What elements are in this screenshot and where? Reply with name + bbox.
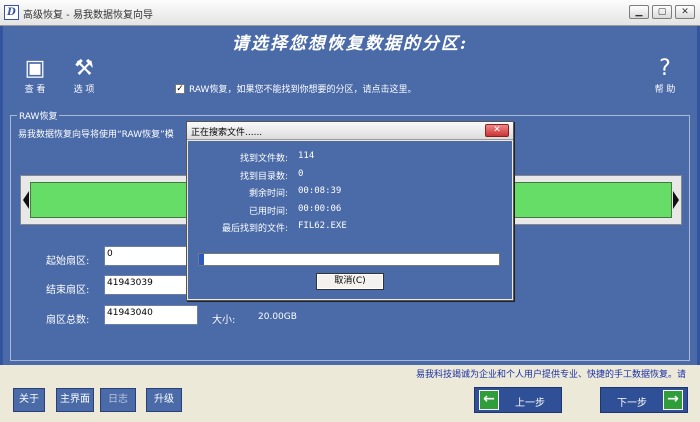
next-label: 下一步 <box>617 398 647 409</box>
group-description: 易我数据恢复向导将使用“RAW恢复”模 <box>18 130 174 140</box>
start-sector-label: 起始扇区: <box>46 256 90 267</box>
close-window-button[interactable]: ✕ <box>675 5 695 19</box>
maximize-button[interactable]: ▢ <box>652 5 672 19</box>
help-tool-label: 帮 助 <box>654 85 676 95</box>
page-heading: 请选择您想恢复数据的分区: <box>231 34 469 54</box>
remaining-time-value: 00:08:39 <box>298 186 342 196</box>
question-icon: ? <box>659 56 671 81</box>
slogan-link[interactable]: 易我科技竭诚为企业和个人用户提供专业、快捷的手工数据恢复。请 <box>416 367 686 380</box>
window-controls: ▁ ▢ ✕ <box>629 5 695 19</box>
progress-fill <box>199 254 204 265</box>
end-sector-label: 结束扇区: <box>46 285 90 296</box>
window-title: 高级恢复 - 易我数据恢复向导 <box>23 10 153 21</box>
dirs-found-label: 找到目录数: <box>239 172 288 182</box>
search-progress-bar <box>198 253 500 266</box>
search-progress-dialog: 正在搜索文件...... ✕ 找到文件数: 114 找到目录数: 0 剩余时间:… <box>186 121 514 301</box>
prev-label: 上一步 <box>515 398 545 409</box>
files-found-value: 114 <box>298 151 315 161</box>
title-bar: D 高级恢复 - 易我数据恢复向导 ▁ ▢ ✕ <box>0 0 700 26</box>
remaining-time-label: 剩余时间: <box>248 189 288 199</box>
raw-recovery-label: RAW恢复，如果您不能找到你想要的分区，请点击这里。 <box>189 85 417 95</box>
last-file-label: 最后找到的文件: <box>221 224 288 234</box>
raw-recovery-option[interactable]: ✓ RAW恢复，如果您不能找到你想要的分区，请点击这里。 <box>175 82 416 95</box>
size-value: 20.00GB <box>258 312 297 322</box>
size-label: 大小: <box>212 315 236 326</box>
arrow-right-icon: → <box>663 390 683 410</box>
last-file-value: FIL62.EXE <box>298 221 347 231</box>
view-tool-button[interactable]: ▣ 查 看 <box>18 56 52 95</box>
help-tool-button[interactable]: ? 帮 助 <box>648 56 682 95</box>
dirs-found-value: 0 <box>298 169 304 179</box>
cancel-button[interactable]: 取消(C) <box>316 273 384 290</box>
upgrade-button[interactable]: 升级 <box>146 388 182 412</box>
files-found-label: 找到文件数: <box>239 154 288 164</box>
home-button[interactable]: 主界面 <box>56 388 94 412</box>
group-title: RAW恢复 <box>17 109 60 122</box>
tools-icon: ⚒ <box>74 56 94 81</box>
elapsed-time-value: 00:00:06 <box>298 204 342 214</box>
about-button[interactable]: 关于 <box>13 388 45 412</box>
dialog-title: 正在搜索文件...... <box>191 128 263 138</box>
log-button[interactable]: 日志 <box>100 388 136 412</box>
disk-view-icon: ▣ <box>24 56 46 81</box>
total-sectors-label: 扇区总数: <box>46 315 90 326</box>
view-tool-label: 查 看 <box>24 85 46 95</box>
elapsed-time-label: 已用时间: <box>248 207 288 217</box>
options-tool-button[interactable]: ⚒ 选 项 <box>64 56 104 95</box>
next-button[interactable]: 下一步 → <box>600 387 688 413</box>
scroll-left-icon[interactable] <box>23 191 29 209</box>
total-sectors-input: 41943040 <box>104 305 198 325</box>
minimize-button[interactable]: ▁ <box>629 5 649 19</box>
dialog-close-button[interactable]: ✕ <box>485 124 509 137</box>
dialog-body: 找到文件数: 114 找到目录数: 0 剩余时间: 00:08:39 已用时间:… <box>188 141 512 299</box>
raw-recovery-checkbox[interactable]: ✓ <box>175 83 185 94</box>
end-sector-input[interactable]: 41943039 <box>104 275 198 295</box>
start-sector-input[interactable]: 0 <box>104 246 198 266</box>
options-tool-label: 选 项 <box>73 85 95 95</box>
arrow-left-icon: ← <box>479 390 499 410</box>
scroll-right-icon[interactable] <box>673 191 679 209</box>
prev-button[interactable]: ← 上一步 <box>474 387 562 413</box>
dialog-title-bar: 正在搜索文件...... ✕ <box>187 122 513 140</box>
app-icon: D <box>4 5 19 20</box>
